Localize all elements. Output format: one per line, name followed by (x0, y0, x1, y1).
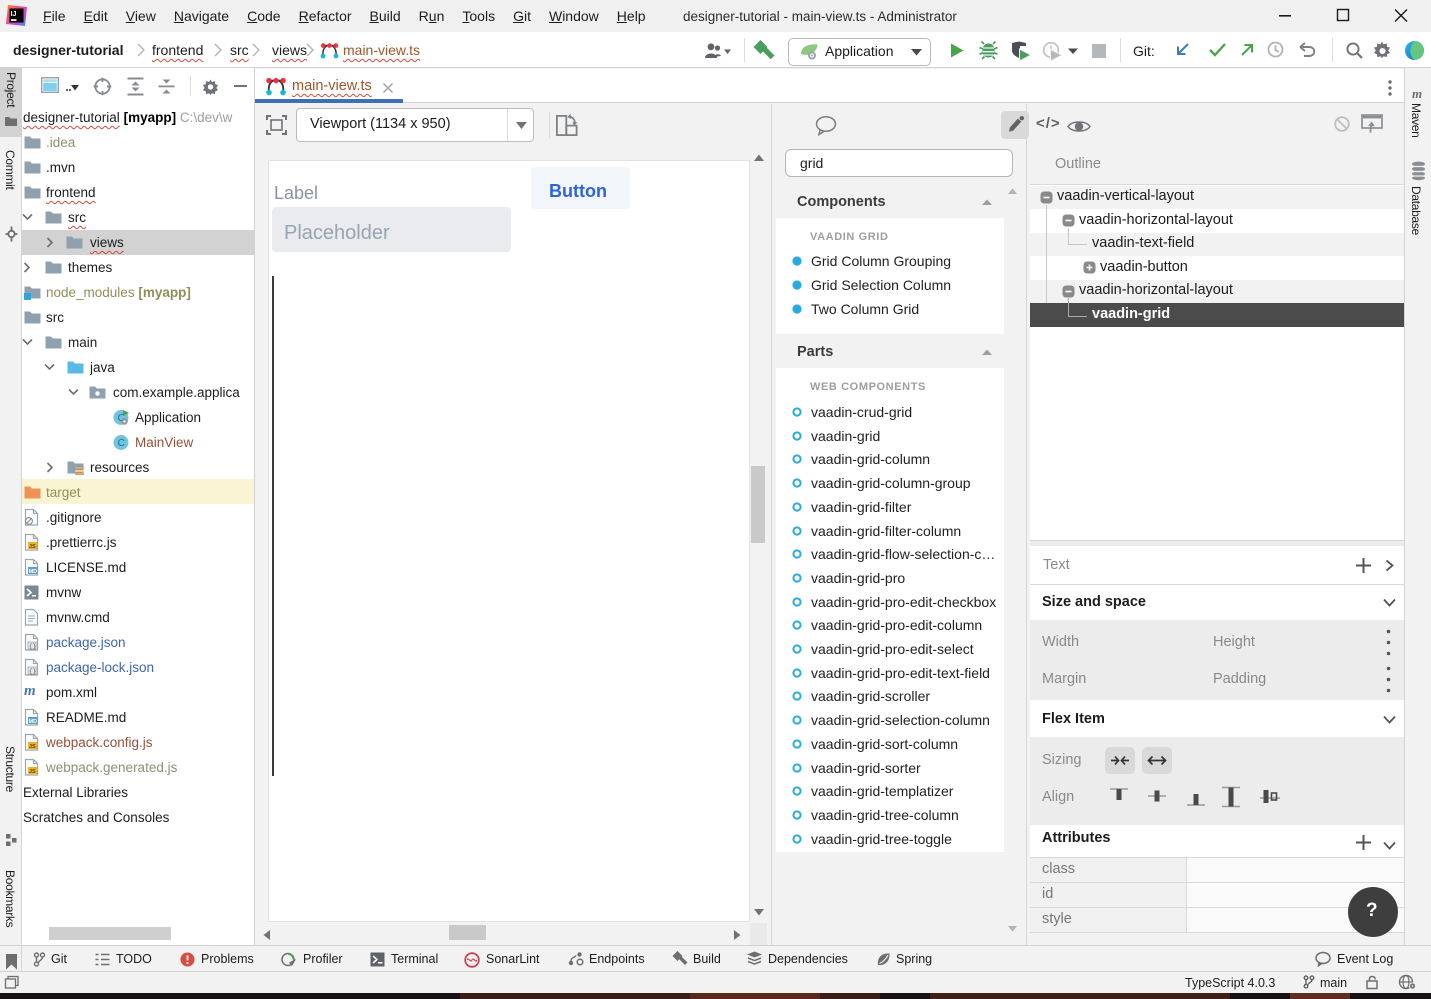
svg-text:C: C (118, 438, 125, 449)
svg-text:{}: {} (29, 643, 36, 650)
svg-text:JS: JS (29, 769, 36, 775)
svg-text:{}: {} (29, 668, 36, 675)
svg-text:MD: MD (29, 719, 38, 725)
svg-text:JS: JS (29, 744, 36, 750)
svg-text:JS: JS (29, 544, 36, 550)
svg-text:IJ: IJ (11, 11, 17, 18)
svg-text:MD: MD (29, 569, 38, 575)
